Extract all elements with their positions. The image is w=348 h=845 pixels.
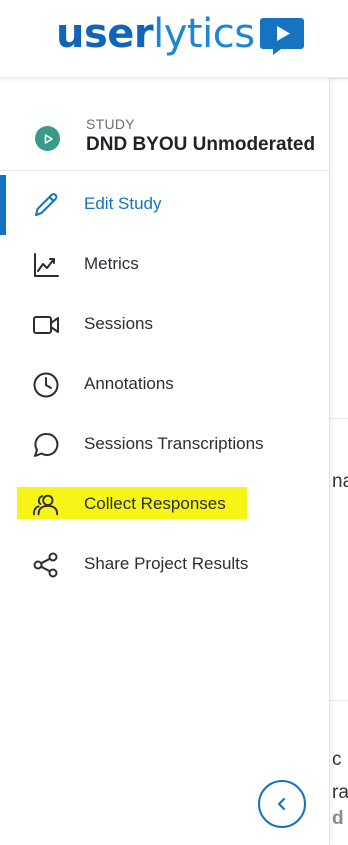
sidebar-item-label: Sessions (84, 314, 153, 333)
sidebar-item-label: Edit Study (84, 194, 162, 213)
sidebar-item-sessions-transcriptions[interactable]: Sessions Transcriptions (0, 415, 330, 475)
study-name: DND BYOU Unmoderated (86, 134, 316, 155)
top-header: userlytics (0, 0, 348, 78)
sidebar-item-sessions[interactable]: Sessions (0, 295, 330, 355)
sidebar-item-label: Sessions Transcriptions (84, 434, 264, 453)
chevron-left-icon (277, 797, 286, 811)
sidebar-item-metrics[interactable]: Metrics (0, 235, 330, 295)
bg-divider (330, 418, 348, 419)
logo-user-part: user (56, 11, 154, 57)
bg-divider (330, 700, 348, 701)
users-icon (32, 491, 60, 519)
clock-icon (32, 371, 60, 399)
sidebar-item-collect-responses[interactable]: Collect Responses (0, 475, 330, 535)
sidebar-item-label: Share Project Results (84, 554, 249, 573)
bg-text-fragment: ra (332, 782, 348, 803)
speech-bubble-icon (32, 431, 60, 459)
video-camera-icon (32, 311, 60, 339)
logo-lytics-part: lytics (153, 11, 255, 57)
logo-play-icon (259, 18, 304, 55)
chart-line-icon (32, 251, 60, 279)
bg-text-fragment: c (332, 749, 342, 770)
sidebar-item-share-project-results[interactable]: Share Project Results (0, 535, 330, 595)
background-page: na c ra d (330, 78, 348, 845)
study-kicker: STUDY (86, 116, 135, 132)
share-icon (32, 551, 60, 579)
sidebar-item-label: Metrics (84, 254, 139, 273)
sidebar-item-edit-study[interactable]: Edit Study (0, 175, 330, 235)
study-header[interactable]: STUDY DND BYOU Unmoderated (0, 113, 330, 169)
active-indicator (0, 175, 6, 235)
collapse-sidebar-button[interactable] (258, 780, 306, 828)
sidebar-item-label: Annotations (84, 374, 174, 393)
logo-wordmark: userlytics (56, 12, 255, 56)
pencil-icon (32, 191, 60, 219)
play-circle-icon (35, 126, 60, 151)
sidebar-item-label: Collect Responses (84, 494, 226, 513)
bg-divider (330, 78, 348, 79)
sidebar-item-annotations[interactable]: Annotations (0, 355, 330, 415)
sidebar: STUDY DND BYOU Unmoderated Edit Study Me… (0, 78, 330, 845)
bg-text-fragment: na (332, 471, 348, 492)
sidebar-divider (0, 170, 330, 171)
bg-text-fragment: d (332, 808, 344, 829)
userlytics-logo[interactable]: userlytics (56, 12, 305, 56)
